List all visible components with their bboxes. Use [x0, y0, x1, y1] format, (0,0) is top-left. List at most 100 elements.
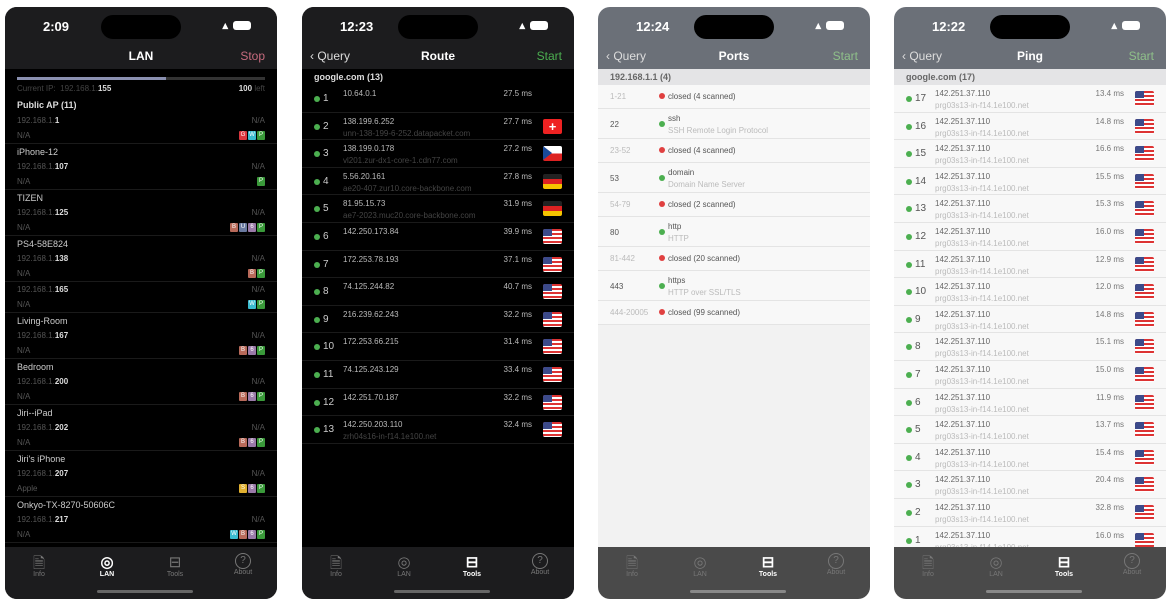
flag-us-icon — [1135, 228, 1154, 244]
flag-us-icon — [1135, 256, 1154, 272]
ping-row[interactable]: 12 142.251.37.110 prg03s13-in-f14.1e100.ne… — [894, 222, 1166, 251]
hop-row[interactable]: 6 142.250.173.84 39.9 ms — [302, 223, 574, 251]
service-badge: B — [230, 223, 238, 232]
ping-row[interactable]: 3 142.251.37.110 prg03s13-in-f14.1e100.net… — [894, 471, 1166, 499]
ping-row[interactable]: 2 142.251.37.110 prg03s13-in-f14.1e100.net… — [894, 498, 1166, 527]
host-row[interactable]: Onkyo-TX-8270-50606C 192.168.1.217 N/A N/A W… — [5, 497, 277, 543]
tab-info[interactable]: 🗎 Info — [607, 553, 657, 599]
hop-row[interactable]: 5 81.95.15.73 ae7-2023.muc20.core-backbone… — [302, 195, 574, 223]
tab-about[interactable]: ? About — [515, 553, 565, 599]
ping-row[interactable]: 8 142.251.37.110 prg03s13-in-f14.1e100.net… — [894, 333, 1166, 361]
status-bar: 12:23 ▴ — [302, 7, 574, 45]
service-badge: B — [248, 269, 256, 278]
flag-us-icon — [1135, 532, 1154, 547]
status-dot — [659, 121, 665, 127]
question-icon: ? — [1124, 553, 1140, 569]
host-row[interactable]: 192.168.1.1 N/A N/A G W P — [5, 113, 277, 144]
port-row[interactable]: 443 https HTTP over SSL/TLS — [598, 271, 870, 301]
hop-row[interactable]: 4 5.56.20.161 ae20-407.zur10.core-backbone… — [302, 168, 574, 196]
host-row[interactable]: TIZEN 192.168.1.125 N/A N/A B U 6 P — [5, 190, 277, 236]
port-row[interactable]: 80 http HTTP — [598, 217, 870, 247]
host-row[interactable]: Jiri's iPhone 192.168.1.207 N/A Apple S 6 P — [5, 451, 277, 497]
status-dot — [906, 289, 912, 296]
status-dot — [906, 151, 912, 158]
hop-row[interactable]: 2 138.199.6.252 unn-138-199-6-252.datapack… — [302, 113, 574, 141]
hop-row[interactable]: 10 172.253.66.215 31.4 ms — [302, 333, 574, 361]
start-button[interactable]: Start — [833, 49, 858, 63]
service-badges: BU6P — [230, 223, 265, 232]
host-row[interactable]: Bedroom 192.168.1.200 N/A N/A B 6 P — [5, 359, 277, 405]
service-badge: P — [257, 530, 265, 539]
hop-row[interactable]: 13 142.250.203.110 zrh04s16-in-f14.1e100.n… — [302, 416, 574, 444]
flag-us-icon — [543, 256, 562, 272]
hop-row[interactable]: 3 138.199.0.178 vl201.zur-dx1-core-1.cdn77… — [302, 140, 574, 168]
tab-info[interactable]: 🗎 Info — [311, 553, 361, 599]
service-badge: S — [239, 484, 247, 493]
flag-us-icon — [543, 366, 562, 382]
flag-us-icon — [1135, 173, 1154, 189]
flag-us-icon — [1135, 339, 1154, 355]
ping-row[interactable]: 9 142.251.37.110 prg03s13-in-f14.1e100.net… — [894, 305, 1166, 334]
flag-de-icon — [543, 201, 562, 217]
tab-info[interactable]: 🗎 Info — [903, 553, 953, 599]
port-row[interactable]: 444-20005 closed (99 scanned) — [598, 301, 870, 325]
ping-row[interactable]: 14 142.251.37.110 prg03s13-in-f14.1e100.ne… — [894, 167, 1166, 196]
port-row[interactable]: 81-442 closed (20 scanned) — [598, 247, 870, 271]
phone-ping: 12:22 ▴ ‹ Query Ping Start google.com (17) 1… — [894, 7, 1166, 599]
route-list[interactable]: google.com (13) 1 10.64.0.1 27.5 ms 2 138.199… — [302, 69, 574, 547]
ping-row[interactable]: 7 142.251.37.110 prg03s13-in-f14.1e100.net… — [894, 360, 1166, 389]
ping-row[interactable]: 10 142.251.37.110 prg03s13-in-f14.1e100.ne… — [894, 278, 1166, 306]
ping-list[interactable]: google.com (17) 17 142.251.37.110 prg03s13-… — [894, 69, 1166, 547]
wifi-battery-icon: ▴ — [519, 19, 548, 32]
port-row[interactable]: 54-79 closed (2 scanned) — [598, 193, 870, 217]
flag-us-icon — [1135, 422, 1154, 438]
host-row[interactable]: Jiri--iPad 192.168.1.202 N/A N/A B 6 P — [5, 405, 277, 451]
service-badges: S6P — [239, 484, 265, 493]
hop-row[interactable]: 11 74.125.243.129 33.4 ms — [302, 361, 574, 389]
port-row[interactable]: 22 ssh SSH Remote Login Protocol — [598, 109, 870, 139]
start-button[interactable]: Start — [537, 49, 562, 63]
host-row[interactable]: PS4-58E824 192.168.1.138 N/A N/A B P — [5, 236, 277, 282]
status-dot — [906, 206, 912, 213]
port-row[interactable]: 23-52 closed (4 scanned) — [598, 139, 870, 163]
port-row[interactable]: 1-21 closed (4 scanned) — [598, 85, 870, 109]
tab-about[interactable]: ? About — [218, 553, 268, 599]
hop-row[interactable]: 1 10.64.0.1 27.5 ms — [302, 85, 574, 113]
ping-row[interactable]: 15 142.251.37.110 prg03s13-in-f14.1e100.ne… — [894, 140, 1166, 168]
service-badge: P — [257, 300, 265, 309]
status-dot — [659, 309, 665, 315]
host-row[interactable]: Living-Room 192.168.1.167 N/A N/A B 6 P — [5, 313, 277, 359]
host-row[interactable]: 192.168.1.165 N/A N/A W P — [5, 282, 277, 313]
ping-row[interactable]: 5 142.251.37.110 prg03s13-in-f14.1e100.net… — [894, 416, 1166, 444]
ping-row[interactable]: 11 142.251.37.110 prg03s13-in-f14.1e100.ne… — [894, 250, 1166, 279]
hop-row[interactable]: 9 216.239.62.243 32.2 ms — [302, 306, 574, 334]
flag-us-icon — [1135, 146, 1154, 162]
tab-about[interactable]: ? About — [811, 553, 861, 599]
service-badges: BP — [248, 269, 265, 278]
ping-row[interactable]: 17 142.251.37.110 prg03s13-in-f14.1e100.ne… — [894, 85, 1166, 113]
service-badge: G — [239, 131, 247, 140]
page-title: Ports — [718, 49, 750, 63]
hop-row[interactable]: 7 172.253.78.193 37.1 ms — [302, 251, 574, 279]
port-row[interactable]: 53 domain Domain Name Server — [598, 163, 870, 193]
service-badges: GWP — [239, 131, 265, 140]
flag-us-icon — [1135, 118, 1154, 134]
question-icon: ? — [828, 553, 844, 569]
start-button[interactable]: Start — [1129, 49, 1154, 63]
flag-cz-icon — [543, 146, 562, 162]
lan-list[interactable]: Current IP: 192.168.1.155 100 left Publi… — [5, 69, 277, 547]
tab-info[interactable]: 🗎 Info — [14, 553, 64, 599]
ping-row[interactable]: 6 142.251.37.110 prg03s13-in-f14.1e100.net… — [894, 388, 1166, 417]
section-header: google.com (17) — [894, 69, 1166, 85]
ping-row[interactable]: 1 142.251.37.110 prg03s13-in-f14.1e100.net… — [894, 526, 1166, 547]
ports-list[interactable]: 192.168.1.1 (4) 1-21 closed (4 scanned) 22 s… — [598, 69, 870, 547]
hop-row[interactable]: 8 74.125.244.82 40.7 ms — [302, 278, 574, 306]
hop-row[interactable]: 12 142.251.70.187 32.2 ms — [302, 389, 574, 417]
tab-about[interactable]: ? About — [1107, 553, 1157, 599]
ping-row[interactable]: 13 142.251.37.110 prg03s13-in-f14.1e100.ne… — [894, 195, 1166, 223]
stop-button[interactable]: Stop — [240, 49, 265, 63]
host-row[interactable]: iPhone-12 192.168.1.107 N/A N/A P — [5, 144, 277, 190]
network-icon: ◎ — [397, 554, 411, 571]
ping-row[interactable]: 4 142.251.37.110 prg03s13-in-f14.1e100.net… — [894, 443, 1166, 472]
ping-row[interactable]: 16 142.251.37.110 prg03s13-in-f14.1e100.ne… — [894, 112, 1166, 141]
